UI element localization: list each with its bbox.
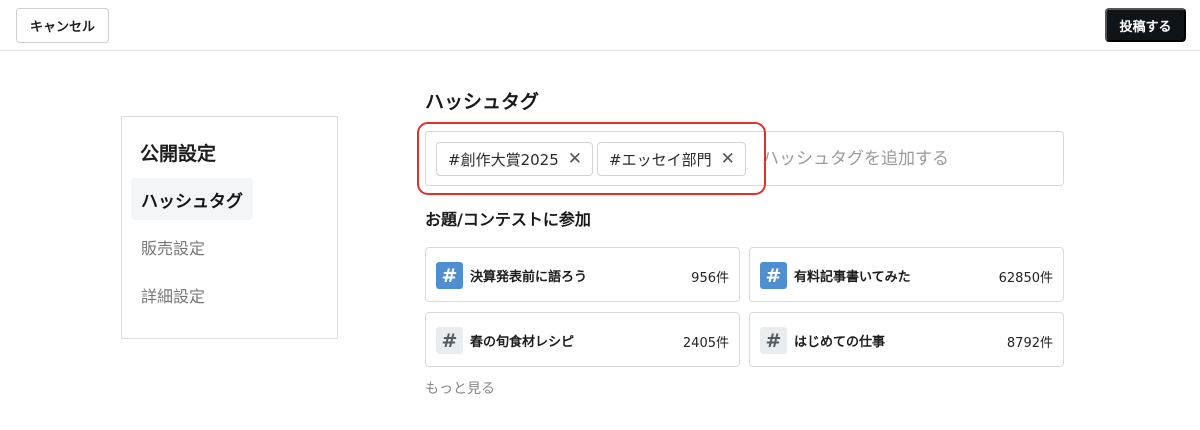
remove-tag-icon[interactable]: ✕ [568, 150, 582, 168]
sidebar-item-label: 販売設定 [141, 239, 206, 258]
contest-count: 2405件 [682, 336, 729, 351]
contest-card[interactable]: # 決算発表前に語ろう 956件 [425, 247, 740, 302]
sidebar-item-sales[interactable]: 販売設定 [131, 226, 215, 268]
post-button[interactable]: 投稿する [1105, 8, 1186, 42]
sidebar-item-label: 詳細設定 [141, 287, 206, 306]
contest-name: 決算発表前に語ろう [470, 270, 588, 285]
sidebar-title: 公開設定 [140, 143, 217, 165]
contest-section-title: お題/コンテストに参加 [425, 210, 591, 229]
top-bar: キャンセル 投稿する [0, 0, 1200, 51]
contest-name: 春の旬食材レシピ [470, 335, 575, 350]
sidebar-item-label: ハッシュタグ [141, 191, 243, 212]
contest-count: 8792件 [1006, 336, 1053, 351]
contest-name: 有料記事書いてみた [794, 270, 911, 285]
hashtag-input[interactable] [762, 144, 1052, 174]
hashtag-section-title: ハッシュタグ [425, 91, 540, 113]
hashtag-chip-label: #エッセイ部門 [609, 150, 712, 169]
contest-card[interactable]: # 春の旬食材レシピ 2405件 [425, 312, 740, 367]
sidebar-item-hashtag[interactable]: ハッシュタグ [131, 178, 253, 220]
contest-count: 62850件 [998, 271, 1053, 286]
hash-gray-icon: # [760, 327, 787, 354]
settings-sidebar: 公開設定 ハッシュタグ 販売設定 詳細設定 [121, 116, 338, 339]
hashtag-chip-label: #創作大賞2025 [448, 150, 559, 169]
contest-count: 956件 [691, 271, 729, 286]
hashtag-chip: #エッセイ部門 ✕ [597, 142, 746, 176]
contest-name: はじめての仕事 [794, 335, 886, 350]
contest-card[interactable]: # はじめての仕事 8792件 [749, 312, 1064, 367]
sidebar-item-details[interactable]: 詳細設定 [131, 274, 215, 316]
see-more-link[interactable]: もっと見る [425, 378, 495, 398]
hashtag-field[interactable]: #創作大賞2025 ✕ #エッセイ部門 ✕ [425, 131, 1064, 186]
remove-tag-icon[interactable]: ✕ [721, 150, 735, 168]
hash-gray-icon: # [436, 327, 463, 354]
hashtag-chip: #創作大賞2025 ✕ [436, 142, 593, 176]
hash-blue-icon: # [760, 262, 787, 289]
contest-card[interactable]: # 有料記事書いてみた 62850件 [749, 247, 1064, 302]
cancel-button[interactable]: キャンセル [16, 8, 109, 43]
hash-blue-icon: # [436, 262, 463, 289]
